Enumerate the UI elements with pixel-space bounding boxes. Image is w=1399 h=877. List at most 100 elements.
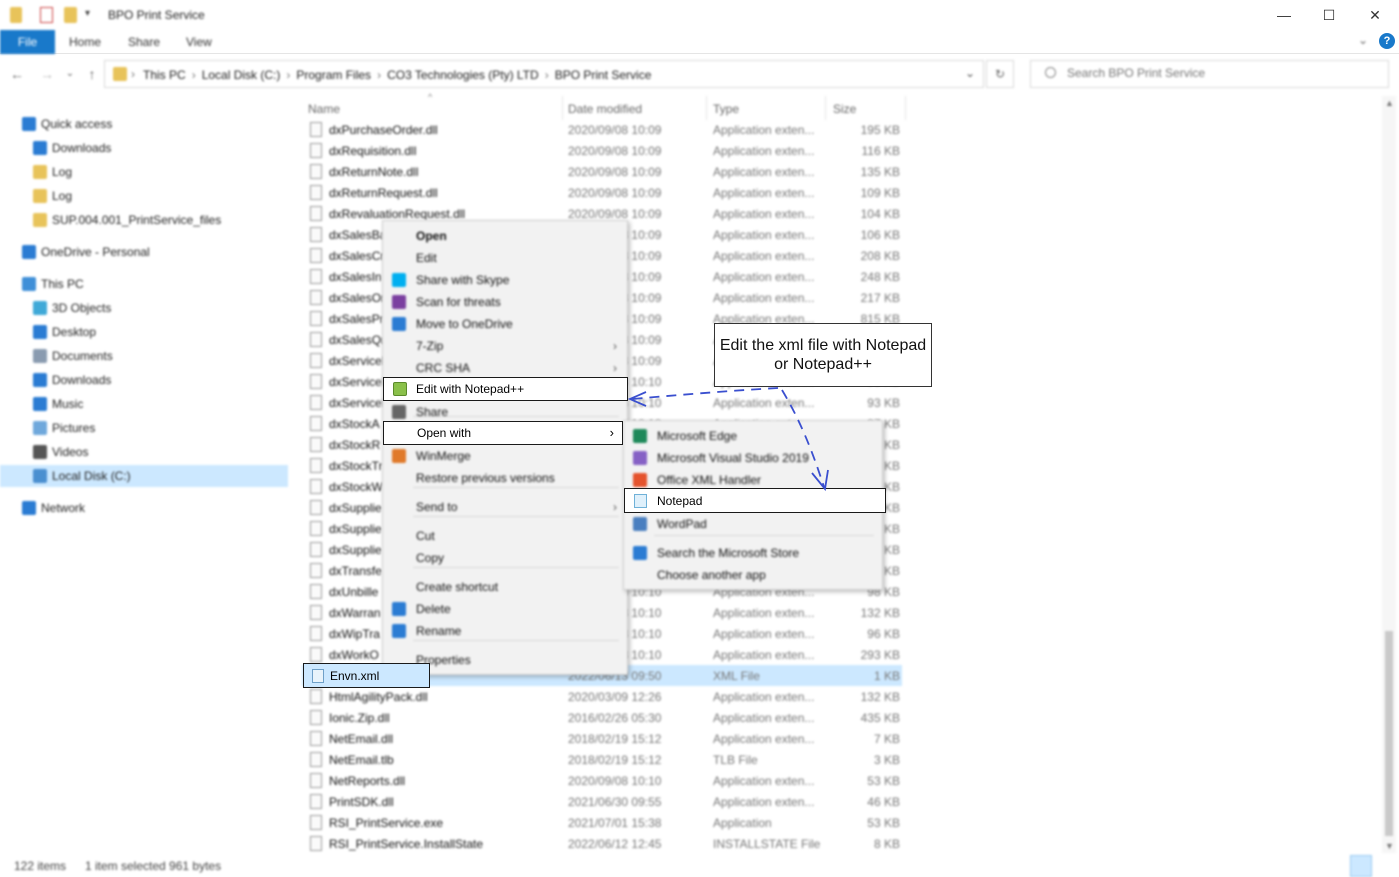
breadcrumb-local-disk[interactable]: Local Disk (C:): [202, 68, 281, 82]
sidebar-item-local-disk-c[interactable]: Local Disk (C:): [0, 465, 288, 487]
quick-access-dropdown[interactable]: ▾: [85, 8, 90, 19]
sidebar-item-music[interactable]: Music: [0, 393, 288, 415]
file-icon: [310, 563, 322, 578]
menu-item-open-with[interactable]: Open with ›: [383, 421, 623, 445]
column-size[interactable]: Size: [833, 102, 856, 116]
close-button[interactable]: ✕: [1352, 0, 1398, 30]
table-row[interactable]: HtmlAgilityPack.dll 2020/03/09 12:26 Appli…: [302, 686, 902, 707]
file-icon: [310, 416, 322, 431]
breadcrumb-co3-technologies[interactable]: CO3 Technologies (Pty) LTD: [387, 68, 539, 82]
file-name: dxPurchaseOrder.dll: [329, 123, 438, 137]
file-name: dxSupplie: [329, 522, 382, 536]
table-row[interactable]: dxReturnRequest.dll 2020/09/08 10:09 Appli…: [302, 182, 902, 203]
address-dropdown-button[interactable]: ⌄: [965, 66, 975, 80]
file-type: Application exten...: [713, 795, 815, 809]
properties-icon[interactable]: [40, 7, 53, 23]
table-row[interactable]: RSI_PrintService.InstallState 2022/06/12 …: [302, 833, 902, 854]
menu-item-microsoft-edge[interactable]: Microsoft Edge: [624, 425, 882, 447]
breadcrumb-this-pc[interactable]: This PC: [143, 68, 186, 82]
minimize-button[interactable]: —: [1261, 0, 1307, 30]
table-row[interactable]: Ionic.Zip.dll 2016/02/26 05:30 Application…: [302, 707, 902, 728]
sidebar-item-label: OneDrive - Personal: [41, 245, 150, 259]
sidebar-item-this-pc[interactable]: This PC: [0, 273, 288, 295]
sort-up-icon: ^: [428, 92, 433, 102]
table-row[interactable]: NetEmail.tlb 2018/02/19 15:12 TLB File 3 KB: [302, 749, 902, 770]
menu-item-scan-for-threats[interactable]: Scan for threats: [383, 291, 627, 313]
scroll-down-icon[interactable]: ▼: [1385, 841, 1394, 851]
scroll-thumb[interactable]: [1385, 631, 1393, 836]
address-bar[interactable]: › This PC › Local Disk (C:) › Program Files ›…: [104, 60, 984, 88]
menu-item-move-to-onedrive[interactable]: Move to OneDrive: [383, 313, 627, 335]
maximize-button[interactable]: ☐: [1306, 0, 1352, 30]
column-name[interactable]: Name: [308, 102, 340, 116]
menu-item-send-to[interactable]: Send to ›: [383, 496, 627, 518]
menu-item-restore-previous-versions[interactable]: Restore previous versions: [383, 467, 627, 489]
sidebar-item-downloads[interactable]: Downloads: [0, 369, 288, 391]
breadcrumb-bpo-print-service[interactable]: BPO Print Service: [555, 68, 652, 82]
sidebar-item-videos[interactable]: Videos: [0, 441, 288, 463]
table-row[interactable]: dxReturnNote.dll 2020/09/08 10:09 Applicat…: [302, 161, 902, 182]
sidebar-item-network[interactable]: Network: [0, 497, 288, 519]
menu-item-microsoft-visual-studio-2019[interactable]: Microsoft Visual Studio 2019: [624, 447, 882, 469]
table-row[interactable]: PrintSDK.dll 2021/06/30 09:55 Application …: [302, 791, 902, 812]
file-icon: [310, 248, 322, 263]
table-row[interactable]: dxRequisition.dll 2020/09/08 10:09 Applica…: [302, 140, 902, 161]
menu-item-choose-another-app[interactable]: Choose another app: [624, 564, 882, 586]
sidebar-item-quick-access[interactable]: Quick access: [0, 113, 288, 135]
new-folder-icon[interactable]: [64, 7, 77, 23]
menu-item-wordpad[interactable]: WordPad: [624, 513, 882, 535]
refresh-button[interactable]: ↻: [986, 60, 1014, 88]
menu-item-cut[interactable]: Cut: [383, 525, 627, 547]
menu-item-rename[interactable]: Rename: [383, 620, 627, 642]
table-row[interactable]: RSI_PrintService.exe 2021/07/01 15:38 Appl…: [302, 812, 902, 833]
menu-item-copy[interactable]: Copy: [383, 547, 627, 569]
sidebar-item-desktop[interactable]: Desktop: [0, 321, 288, 343]
table-row[interactable]: NetReports.dll 2020/09/08 10:10 Applicatio…: [302, 770, 902, 791]
search-box[interactable]: [1030, 60, 1389, 88]
menu-item-crc-sha[interactable]: CRC SHA ›: [383, 357, 627, 379]
table-row[interactable]: dxPurchaseOrder.dll 2020/09/08 10:09 Appli…: [302, 119, 902, 140]
menu-item-share-with-skype[interactable]: Share with Skype: [383, 269, 627, 291]
menu-item-search-the-microsoft-store[interactable]: Search the Microsoft Store: [624, 542, 882, 564]
menu-item-create-shortcut[interactable]: Create shortcut: [383, 576, 627, 598]
tab-view[interactable]: View: [172, 30, 226, 54]
file-type: Application exten...: [713, 648, 815, 662]
menu-item-delete[interactable]: Delete: [383, 598, 627, 620]
sidebar-item-documents[interactable]: Documents: [0, 345, 288, 367]
menu-item-7-zip[interactable]: 7-Zip ›: [383, 335, 627, 357]
column-type[interactable]: Type: [713, 102, 739, 116]
forward-button[interactable]: →: [37, 64, 57, 84]
menu-item-notepad[interactable]: Notepad: [624, 488, 886, 513]
vertical-scrollbar[interactable]: ▲ ▼: [1382, 96, 1396, 853]
sidebar-item-downloads[interactable]: Downloads: [0, 137, 288, 159]
ribbon-expand-icon[interactable]: ⌄: [1358, 33, 1368, 47]
tab-home[interactable]: Home: [55, 30, 115, 54]
sidebar-item-pictures[interactable]: Pictures: [0, 417, 288, 439]
breadcrumb-program-files[interactable]: Program Files: [296, 68, 371, 82]
menu-item-edit[interactable]: Edit: [383, 247, 627, 269]
search-input[interactable]: [1067, 66, 1367, 80]
file-name: dxServiceI: [329, 375, 386, 389]
file-name: NetReports.dll: [329, 774, 406, 788]
back-button[interactable]: ←: [7, 64, 27, 84]
details-view-icon[interactable]: [1350, 855, 1372, 877]
recent-locations-button[interactable]: ⌄: [60, 64, 80, 84]
sidebar-item-sup-004-001-printservice-files[interactable]: SUP.004.001_PrintService_files: [0, 209, 288, 231]
sidebar-item-log[interactable]: Log: [0, 185, 288, 207]
tab-share[interactable]: Share: [114, 30, 174, 54]
menu-item-open[interactable]: Open: [383, 225, 627, 247]
help-icon[interactable]: ?: [1379, 33, 1395, 49]
up-button[interactable]: ↑: [82, 64, 102, 84]
scroll-up-icon[interactable]: ▲: [1385, 98, 1394, 108]
column-date-modified[interactable]: Date modified: [568, 102, 642, 116]
menu-item-share[interactable]: Share: [383, 401, 627, 423]
sidebar-item-3d-objects[interactable]: 3D Objects: [0, 297, 288, 319]
file-envn-xml[interactable]: Envn.xml: [303, 663, 430, 688]
sidebar-item-onedrive-personal[interactable]: OneDrive - Personal: [0, 241, 288, 263]
tab-file[interactable]: File: [0, 30, 55, 54]
menu-item-winmerge[interactable]: WinMerge: [383, 445, 627, 467]
large-icons-view-icon[interactable]: [1374, 855, 1396, 877]
sidebar-item-log[interactable]: Log: [0, 161, 288, 183]
table-row[interactable]: NetEmail.dll 2018/02/19 15:12 Application …: [302, 728, 902, 749]
menu-item-edit-with-notepad-plus[interactable]: Edit with Notepad++: [383, 377, 628, 401]
